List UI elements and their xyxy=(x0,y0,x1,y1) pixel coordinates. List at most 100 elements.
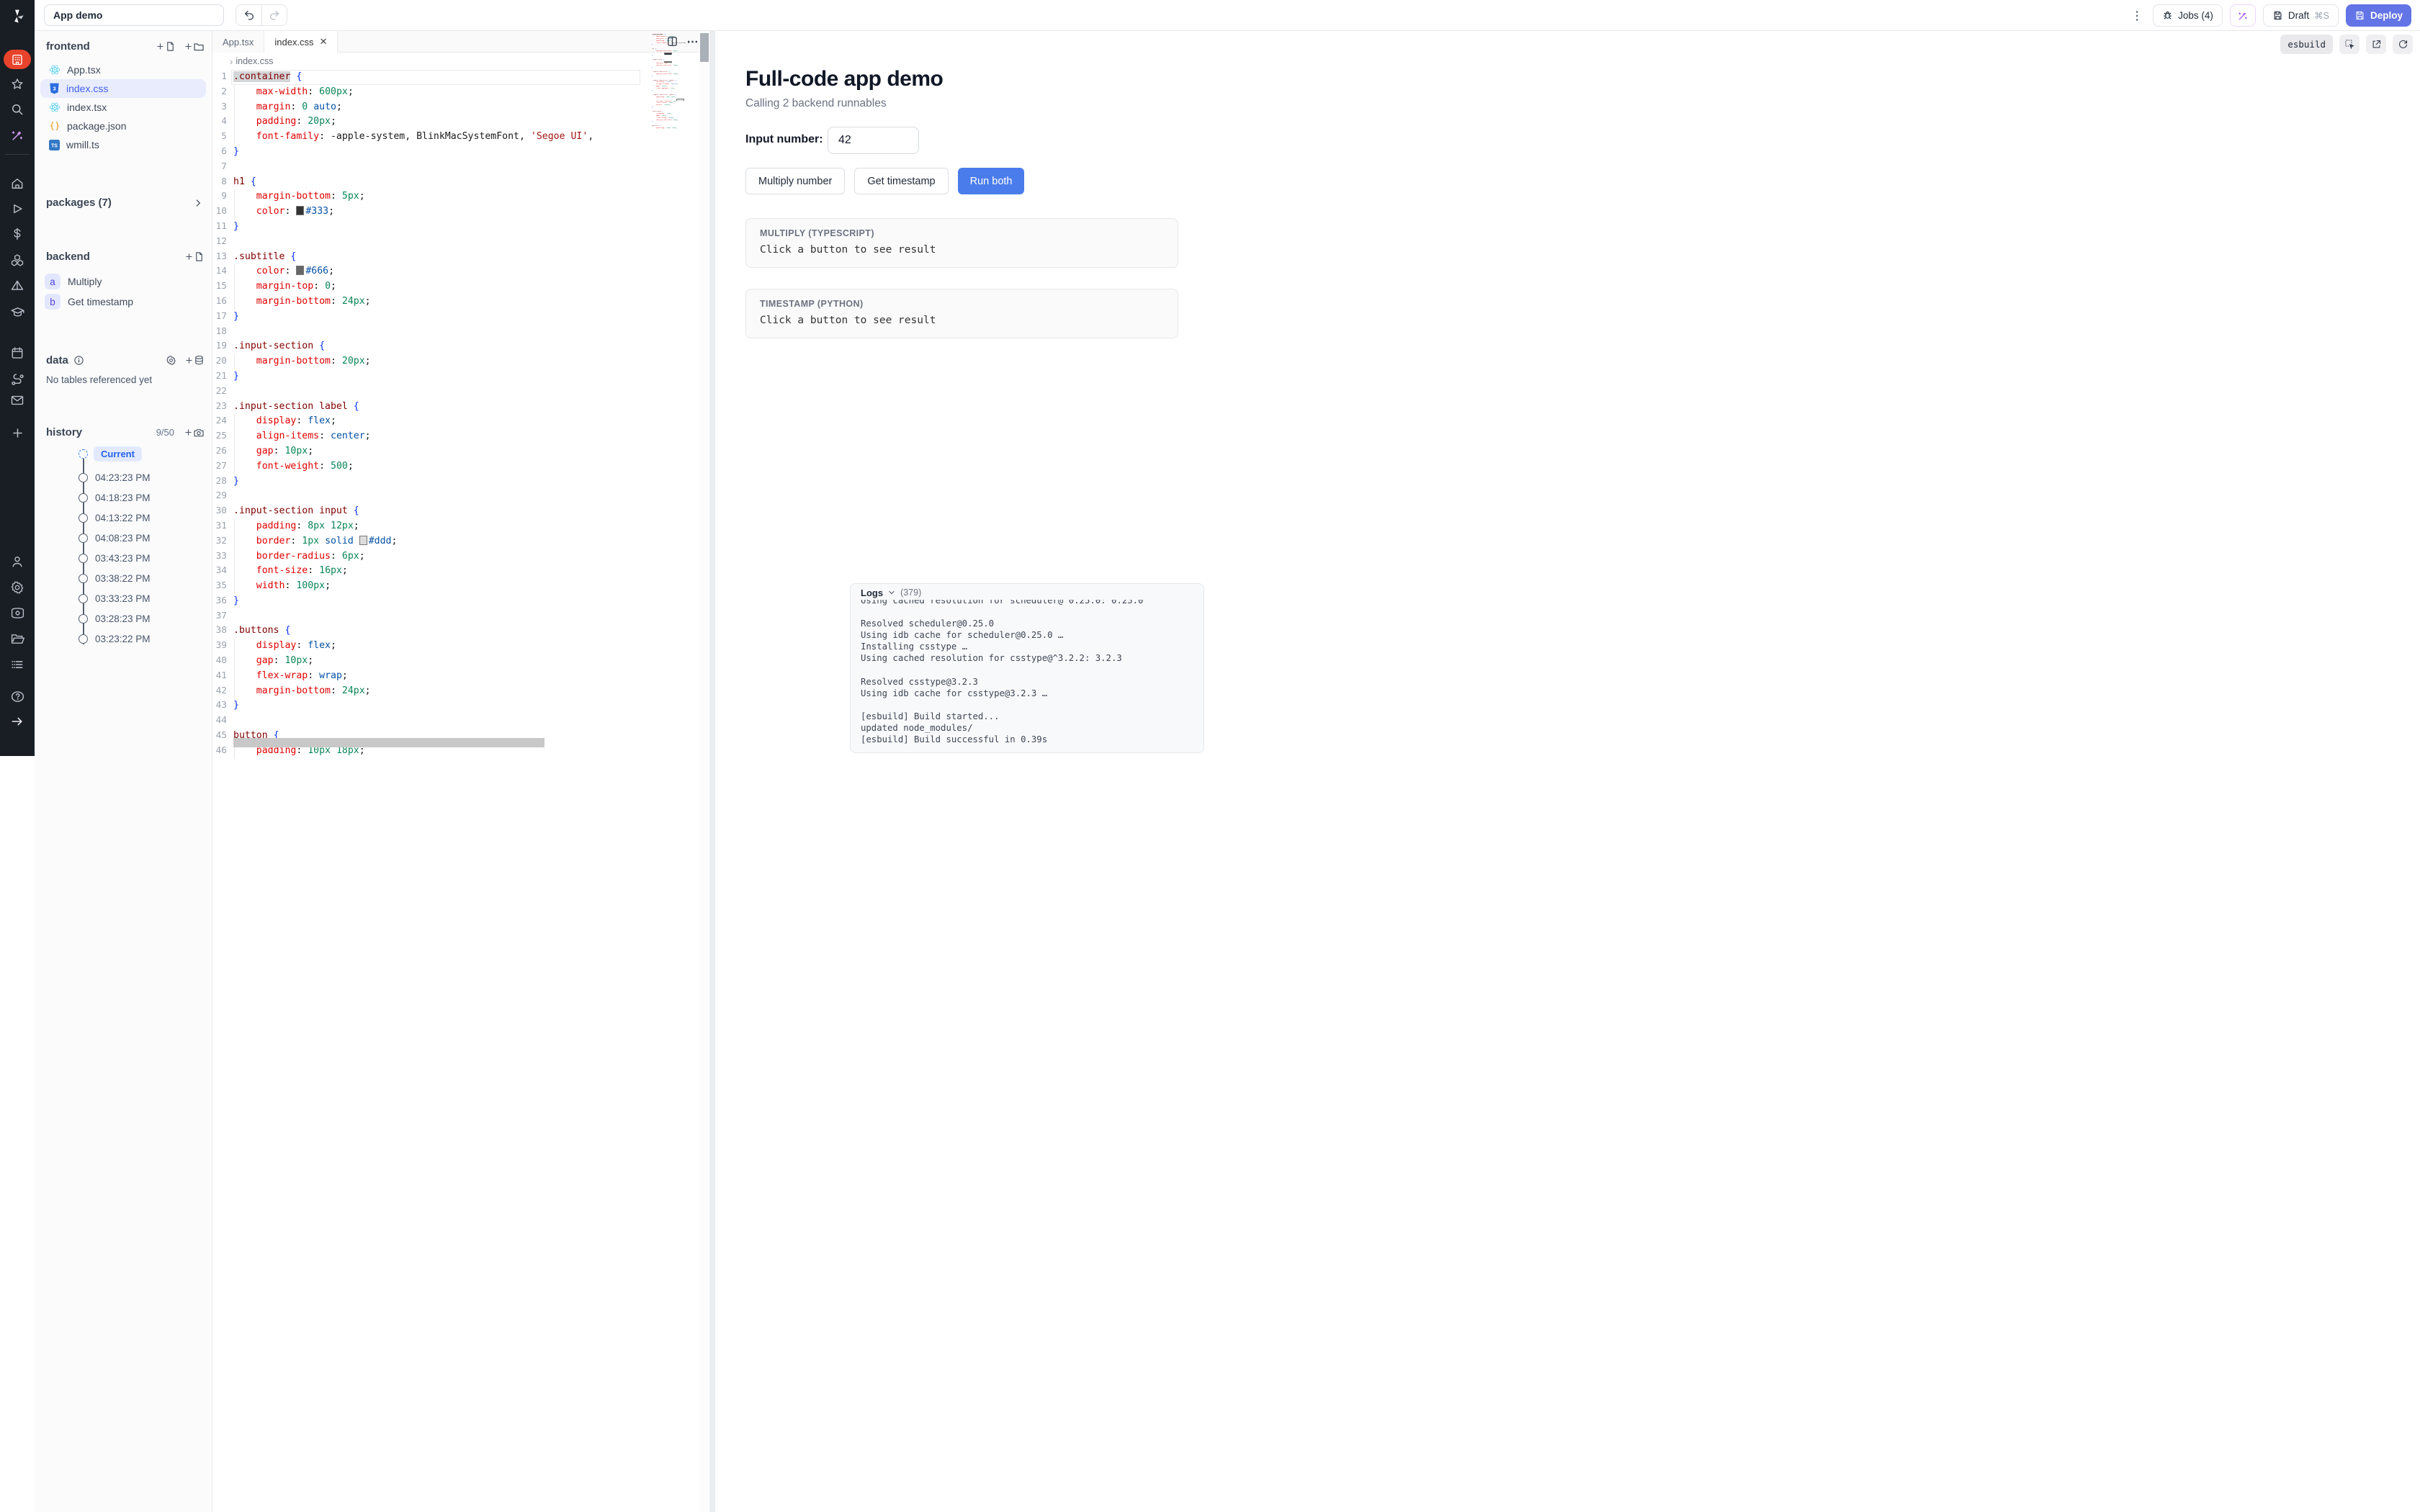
tab-label: index.css xyxy=(274,37,313,48)
ts-icon: TS xyxy=(49,140,60,150)
preview-title: Full-code app demo xyxy=(745,67,943,91)
history-entry[interactable]: 03:38:22 PM xyxy=(95,573,151,584)
routes-flow-icon[interactable] xyxy=(9,372,25,387)
chevron-right-icon xyxy=(193,198,203,208)
app-name-input[interactable] xyxy=(44,4,224,26)
add-snapshot-button[interactable] xyxy=(184,427,205,438)
variables-dollar-icon[interactable] xyxy=(9,226,25,242)
react-icon xyxy=(49,64,60,76)
windmill-logo-icon[interactable] xyxy=(6,6,28,27)
file-label: App.tsx xyxy=(67,64,101,76)
add-runnable-button[interactable] xyxy=(185,251,205,262)
editor-minimap[interactable]: .container { max-width: 600px; margin: 0… xyxy=(652,34,689,1512)
deploy-button[interactable]: Deploy xyxy=(2346,4,2411,27)
file-item-index-tsx[interactable]: index.tsx xyxy=(40,98,206,117)
refresh-button[interactable] xyxy=(2393,35,2413,54)
add-folder-button[interactable] xyxy=(184,41,205,53)
logs-toggle[interactable]: Logs xyxy=(861,588,883,598)
mail-icon[interactable] xyxy=(9,392,25,408)
collapse-arrow-icon[interactable] xyxy=(9,714,25,729)
runnable-label: Get timestamp xyxy=(68,296,133,307)
more-menu-button[interactable]: ⋮ xyxy=(2128,9,2146,23)
history-entry[interactable]: 03:33:23 PM xyxy=(95,593,151,604)
app-rail xyxy=(0,0,35,756)
data-title: data xyxy=(46,354,68,366)
history-entry[interactable]: 04:08:23 PM xyxy=(95,533,151,544)
file-item-wmill-ts[interactable]: TS wmill.ts xyxy=(40,135,206,154)
apps-icon xyxy=(11,53,24,66)
history-entry[interactable]: 04:23:23 PM xyxy=(95,472,151,483)
save-icon xyxy=(2272,10,2283,21)
multiply-number-button[interactable]: Multiply number xyxy=(745,168,845,194)
editor-horizontal-scrollbar[interactable] xyxy=(233,738,544,747)
file-item-index-css[interactable]: 3index.css xyxy=(40,79,206,98)
info-icon xyxy=(73,355,84,366)
code-line: 7 xyxy=(212,160,709,175)
history-entry[interactable]: 04:18:23 PM xyxy=(95,492,151,503)
history-entry[interactable]: 03:23:22 PM xyxy=(95,634,151,644)
editor-vertical-scrollbar[interactable] xyxy=(699,31,709,1512)
add-file-button[interactable] xyxy=(156,41,176,52)
code-line: 24 display: flex; xyxy=(212,414,709,429)
explorer-sidebar: frontend App.tsx3index.cssindex.tsxpacka… xyxy=(35,31,212,1512)
data-settings-button[interactable] xyxy=(166,355,176,366)
preview-button-row: Multiply number Get timestamp Run both xyxy=(745,168,1024,194)
code-area[interactable]: 1.container {2 max-width: 600px;3 margin… xyxy=(212,70,709,1512)
ai-wand-icon[interactable] xyxy=(9,127,25,143)
inspect-select-button[interactable] xyxy=(2339,35,2360,54)
add-plus-icon[interactable] xyxy=(9,425,25,441)
history-entry[interactable]: 04:13:22 PM xyxy=(95,513,151,523)
apps-active-pill[interactable] xyxy=(4,50,31,69)
user-icon[interactable] xyxy=(9,554,25,570)
runnable-item-multiply[interactable]: aMultiply xyxy=(45,272,102,291)
tab-App-tsx[interactable]: App.tsx xyxy=(212,31,264,53)
tab-index-css[interactable]: index.css ✕ xyxy=(264,31,338,53)
redo-button[interactable] xyxy=(261,5,287,25)
runnable-item-get-timestamp[interactable]: bGet timestamp xyxy=(45,292,133,311)
data-section-header: data xyxy=(46,354,205,366)
schedules-calendar-icon[interactable] xyxy=(9,345,25,361)
chevron-down-icon[interactable] xyxy=(887,588,896,597)
history-node xyxy=(79,534,88,543)
ai-assistant-button[interactable] xyxy=(2230,4,2256,27)
number-input[interactable] xyxy=(828,127,919,154)
star-icon[interactable] xyxy=(9,76,25,92)
learn-cap-icon[interactable] xyxy=(9,304,25,320)
history-current-badge[interactable]: Current xyxy=(94,446,142,462)
jobs-button[interactable]: Jobs (4) xyxy=(2153,4,2223,27)
close-tab-icon[interactable]: ✕ xyxy=(320,36,328,48)
packages-row[interactable]: packages (7) xyxy=(46,197,203,209)
bundler-badge[interactable]: esbuild xyxy=(2280,35,2333,54)
home-icon[interactable] xyxy=(9,176,25,192)
braces-icon xyxy=(49,120,60,132)
triggers-pyramid-icon[interactable] xyxy=(9,278,25,294)
history-node xyxy=(79,493,88,503)
search-icon[interactable] xyxy=(9,102,25,117)
editor-breadcrumb[interactable]: › index.css xyxy=(212,53,709,70)
draft-button[interactable]: Draft ⌘S xyxy=(2263,4,2339,27)
open-external-button[interactable] xyxy=(2366,35,2386,54)
chevron-icon: › xyxy=(230,56,233,67)
workers-icon[interactable] xyxy=(9,605,25,621)
code-line: 31 padding: 8px 12px; xyxy=(212,519,709,534)
file-item-App-tsx[interactable]: App.tsx xyxy=(40,60,206,79)
panel-divider[interactable] xyxy=(709,31,715,1512)
audit-list-icon[interactable] xyxy=(9,657,25,672)
folders-icon[interactable] xyxy=(9,631,25,647)
undo-button[interactable] xyxy=(236,5,261,25)
history-node xyxy=(79,594,88,603)
resources-cubes-icon[interactable] xyxy=(9,252,25,268)
settings-gear-icon[interactable] xyxy=(9,580,25,595)
history-entry[interactable]: 03:43:23 PM xyxy=(95,553,151,564)
get-timestamp-button[interactable]: Get timestamp xyxy=(854,168,948,194)
code-line: 23.input-section label { xyxy=(212,400,709,415)
file-label: index.css xyxy=(66,83,108,94)
code-line: 34 font-size: 16px; xyxy=(212,564,709,579)
file-label: wmill.ts xyxy=(66,139,99,150)
runs-play-icon[interactable] xyxy=(9,201,25,217)
add-table-button[interactable] xyxy=(185,355,205,366)
file-item-package-json[interactable]: package.json xyxy=(40,117,206,135)
run-both-button[interactable]: Run both xyxy=(958,168,1025,194)
help-icon[interactable] xyxy=(9,688,25,704)
history-entry[interactable]: 03:28:23 PM xyxy=(95,613,151,624)
